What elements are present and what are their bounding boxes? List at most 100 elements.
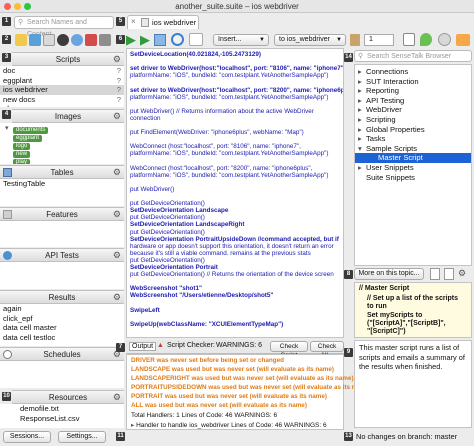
search-script-icon[interactable] <box>171 33 184 46</box>
list-item[interactable]: ResponseList.csv <box>0 414 124 424</box>
code-line[interactable]: SetDeviceOrientation Portrait <box>130 264 218 271</box>
search-names-input[interactable]: ⚲ Search Names and Content <box>14 16 114 38</box>
code-line[interactable]: WebScreenshot "shot1" <box>130 285 202 292</box>
code-line[interactable]: SetDeviceLocation(40.021824,-105.2473129… <box>130 51 261 58</box>
stop-icon[interactable] <box>85 34 97 46</box>
api-tests-panel-header[interactable]: API Tests ⚙ <box>0 248 124 262</box>
code-line[interactable]: set driver to WebDriver(host:"localhost"… <box>130 65 343 72</box>
gear-icon[interactable]: ⚙ <box>113 167 121 178</box>
disclosure-icon[interactable]: ▸ <box>358 96 366 106</box>
features-panel-header[interactable]: Features ⚙ <box>0 207 124 221</box>
new-item-icon[interactable] <box>43 34 55 46</box>
count-stepper[interactable]: 1 <box>364 34 394 46</box>
insert-icon[interactable] <box>444 268 454 280</box>
outline-item[interactable]: ▸ WebDriver <box>355 105 471 115</box>
warning-line[interactable]: LANDSCAPE was used but was never set (wi… <box>131 366 334 373</box>
image-browser-icon[interactable] <box>189 33 203 46</box>
list-item[interactable]: play <box>0 104 124 107</box>
gear-icon[interactable]: ⚙ <box>113 54 121 65</box>
image-tag[interactable]: play <box>13 159 31 164</box>
code-line[interactable]: put FindElement(WebDriver: "iphone6plus"… <box>130 129 304 136</box>
disclosure-icon[interactable]: ▸ <box>358 115 366 125</box>
code-line[interactable]: because it's still a viable command. rem… <box>130 250 311 257</box>
check-all-button[interactable]: Check All... <box>310 341 344 359</box>
check-script-button[interactable]: Check Script <box>270 341 308 359</box>
record-icon[interactable] <box>57 34 69 46</box>
gear-icon[interactable]: ⚙ <box>113 111 121 122</box>
sessions-button[interactable]: Sessions... <box>3 431 51 443</box>
list-item[interactable]: data cell master <box>0 323 124 333</box>
help-icon[interactable] <box>438 33 451 46</box>
code-line[interactable]: WebConnect (host:"localhost", port: "820… <box>130 165 312 172</box>
code-line[interactable]: set driver to WebDriver(host:"localhost"… <box>130 87 343 94</box>
code-line[interactable]: WebScreenshot "/Users/etienne/Desktop/sh… <box>130 292 273 299</box>
list-item[interactable]: click_epf <box>0 314 124 324</box>
output-tab[interactable]: Output <box>129 342 157 351</box>
scripts-panel-header[interactable]: Scripts ⚙ <box>12 52 124 66</box>
code-line[interactable]: SwipeLeft <box>130 307 160 314</box>
results-panel-header[interactable]: Results ⚙ <box>0 290 124 304</box>
disclosure-icon[interactable]: ▸ <box>358 67 366 77</box>
disclosure-icon[interactable]: ▸ <box>358 125 366 135</box>
code-line[interactable]: platformName: "iOS", bundleId: "com.test… <box>130 172 328 179</box>
outline-item[interactable]: ▸ Scripting <box>355 115 471 125</box>
warning-line[interactable]: LANDSCAPERIGHT was used but was never se… <box>131 375 354 382</box>
outline-item[interactable]: ▸ Global Properties <box>355 125 471 135</box>
code-line[interactable]: put GetDeviceOrientation() <box>130 257 205 264</box>
code-line[interactable]: connection <box>130 115 160 122</box>
disclosure-icon[interactable]: ▸ <box>358 134 366 144</box>
handler-line[interactable]: ▸ Handler to handle ios_webdriver Lines … <box>131 421 327 429</box>
list-item[interactable]: eggplant? <box>0 76 124 86</box>
disclosure-icon[interactable]: ▸ <box>358 86 366 96</box>
disclosure-icon[interactable]: ▸ <box>358 77 366 87</box>
outline-item[interactable]: Master Script <box>355 153 471 163</box>
code-line[interactable]: put GetDeviceOrientation() // Returns th… <box>130 271 334 278</box>
tables-panel-header[interactable]: Tables ⚙ <box>0 165 124 179</box>
code-line[interactable]: SetDeviceOrientation LandscapeRight <box>130 221 244 228</box>
code-line[interactable]: hardware or app doesn't support this ori… <box>130 243 334 250</box>
resources-panel-header[interactable]: Resources ⚙ <box>12 390 124 404</box>
insert-dropdown[interactable]: Insert... ▼ <box>213 34 269 46</box>
outline-item[interactable]: ▸ Reporting <box>355 86 471 96</box>
code-line[interactable]: WebConnect (host:"localhost", port: "810… <box>130 143 301 150</box>
sensetalk-search-input[interactable]: ⚲ Search SenseTalk Browser <box>354 50 472 62</box>
connect-icon[interactable] <box>71 34 83 46</box>
code-line[interactable]: SetDeviceOrientation Landscape <box>130 207 228 214</box>
schedules-panel-header[interactable]: Schedules ⚙ <box>0 347 124 361</box>
copy-icon[interactable] <box>430 268 440 280</box>
outline-item[interactable]: ▸ Tasks <box>355 134 471 144</box>
outline-item[interactable]: ▸ Connections <box>355 67 471 77</box>
code-line[interactable]: put GetDeviceOrientation() <box>130 214 205 221</box>
code-line[interactable]: platformName: "iOS", bundleId: "com.test… <box>130 72 328 79</box>
gear-icon[interactable]: ⚙ <box>113 392 121 403</box>
tag-icon[interactable] <box>350 34 360 46</box>
code-line[interactable]: put GetDeviceOrientation() <box>130 200 205 207</box>
run-script-icon[interactable]: ▶ <box>126 33 136 46</box>
script-editor[interactable]: SetDeviceLocation(40.021824,-105.2473129… <box>126 48 344 338</box>
code-line[interactable]: put WebDriver() <box>130 186 174 193</box>
location-pin-icon[interactable] <box>420 33 432 46</box>
gear-icon[interactable]: ⚙ <box>113 250 121 261</box>
code-line[interactable]: platformName: "iOS", bundleId: "com.test… <box>130 94 328 101</box>
code-line[interactable]: platformName: "iOS", bundleId: "com.test… <box>130 150 328 157</box>
settings-button[interactable]: Settings... <box>58 431 106 443</box>
warning-line[interactable]: ALL was used but was never set (will eva… <box>131 402 307 409</box>
list-item[interactable]: doc? <box>0 66 124 76</box>
disclosure-icon[interactable]: ▾ <box>358 144 366 154</box>
share-icon[interactable] <box>99 34 111 46</box>
target-dropdown[interactable]: to ios_webdriver ▼ <box>274 34 346 46</box>
code-line[interactable]: SetDeviceOrientation PortraitUpsideDown … <box>130 236 339 243</box>
list-item[interactable]: TestingTable <box>0 179 124 189</box>
warning-line[interactable]: PORTRAITUPSIDEDOWN was used but was neve… <box>131 384 370 391</box>
images-panel-header[interactable]: Images ⚙ <box>12 109 124 123</box>
outline-item[interactable]: ▾ Sample Scripts <box>355 144 471 154</box>
warning-line[interactable]: PORTRAIT was used but was never set (wil… <box>131 393 327 400</box>
outline-item[interactable]: ▸ API Testing <box>355 96 471 106</box>
list-item[interactable]: demofile.txt <box>0 404 124 414</box>
list-item[interactable]: data cell testloc <box>0 333 124 343</box>
camera-icon[interactable] <box>29 34 41 46</box>
code-line[interactable]: put WebDriver() // Returns information a… <box>130 108 314 115</box>
run-selection-icon[interactable]: ▶ <box>140 33 150 46</box>
disclosure-icon[interactable]: ▸ <box>358 105 366 115</box>
window-toggle-icon[interactable] <box>403 33 415 46</box>
